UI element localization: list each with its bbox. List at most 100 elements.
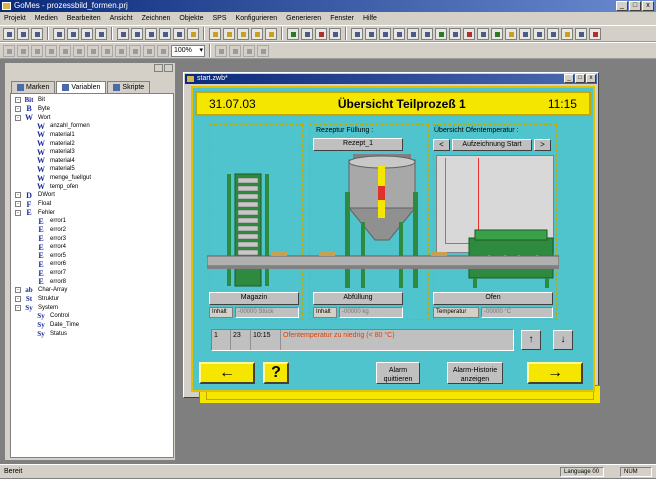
tree-leaf-item[interactable]: Wanzahl_formen [13,122,173,131]
panel-restore-icon[interactable] [154,64,163,72]
tree-leaf-item[interactable]: Wmenge_fuellgut [13,174,173,183]
tree-leaf-item[interactable]: Wmaterial4 [13,156,173,165]
tree-leaf-item[interactable]: Eerror1 [13,217,173,226]
tree-group-item[interactable]: - Sy System [13,303,173,312]
zoom-select[interactable]: 100% [171,44,205,57]
tree-leaf-item[interactable]: Sy Date_Time [13,321,173,330]
collapse-icon[interactable]: - [15,97,21,104]
forward-button[interactable]: → [527,362,583,384]
tab-marken[interactable]: Marken [11,81,56,93]
space-h-icon[interactable] [87,44,99,57]
space-v-icon[interactable] [101,44,113,57]
undo-icon[interactable] [159,27,171,40]
tab-skripte[interactable]: Skripte [107,81,151,93]
tree-leaf-item[interactable]: Wtemp_ofen [13,182,173,191]
tree-group-item[interactable]: - St Struktur [13,295,173,304]
tree-group-item[interactable]: - ab Char-Array [13,286,173,295]
next-button[interactable]: > [534,139,551,151]
trend-icon[interactable] [463,27,475,40]
tree-leaf-item[interactable]: Eerror8 [13,277,173,286]
cut-icon[interactable] [117,27,129,40]
help-icon[interactable] [187,27,199,40]
run-icon[interactable] [315,27,327,40]
minimize-button[interactable]: _ [616,1,628,11]
table-tool-icon[interactable] [519,27,531,40]
layer-icon[interactable] [143,44,155,57]
screen-tool-icon[interactable] [575,27,587,40]
zoom-fit-icon[interactable] [257,44,269,57]
new-project-icon[interactable] [3,27,15,40]
tree-leaf-item[interactable]: Eerror2 [13,225,173,234]
tree-leaf-item[interactable]: Wmaterial2 [13,139,173,148]
paste-icon[interactable] [145,27,157,40]
collapse-icon[interactable]: - [15,296,21,303]
record-start-button[interactable]: Aufzeichnung Start [452,139,532,151]
tree-leaf-item[interactable]: Sy Status [13,329,173,338]
bitmap-icon[interactable] [435,27,447,40]
symbol-icon[interactable] [491,27,503,40]
menu-konfigurieren[interactable]: Konfigurieren [236,12,278,25]
tab-variablen[interactable]: Variablen [56,81,107,93]
grid-toggle-icon[interactable] [157,44,169,57]
rectangle-icon[interactable] [365,27,377,40]
menu-bearbeiten[interactable]: Bearbeiten [67,12,101,25]
save-file-icon[interactable] [81,27,93,40]
magazin-button[interactable]: Magazin [209,292,299,305]
button-tool-icon[interactable] [449,27,461,40]
menu-objekte[interactable]: Objekte [179,12,203,25]
abfuellung-button[interactable]: Abfüllung [313,292,403,305]
align-top-icon[interactable] [251,27,263,40]
ellipse-icon[interactable] [379,27,391,40]
polygon-icon[interactable] [407,27,419,40]
text-icon[interactable] [421,27,433,40]
front-icon[interactable] [31,44,43,57]
menu-zeichnen[interactable]: Zeichnen [142,12,171,25]
ofen-button[interactable]: Ofen [433,292,553,305]
tree-leaf-item[interactable]: Eerror3 [13,234,173,243]
input-tool-icon[interactable] [533,27,545,40]
tree-group-item[interactable]: - F Float [13,200,173,209]
save-all-icon[interactable] [95,27,107,40]
alarm-tool-icon[interactable] [505,27,517,40]
line-icon[interactable] [393,27,405,40]
save-project-icon[interactable] [31,27,43,40]
pointer-icon[interactable] [351,27,363,40]
tree-leaf-item[interactable]: Eerror7 [13,269,173,278]
zoom-out-icon[interactable] [229,44,241,57]
simulate-icon[interactable] [329,27,341,40]
editor-close-button[interactable]: x [586,74,596,83]
collapse-icon[interactable]: - [15,201,21,207]
menu-fenster[interactable]: Fenster [330,12,354,25]
same-height-icon[interactable] [73,44,85,57]
editor-minimize-button[interactable]: _ [564,74,574,83]
align-bottom-icon[interactable] [265,27,277,40]
zoom-in-icon[interactable] [215,44,227,57]
scroll-up-button[interactable]: ↑ [521,330,541,350]
compile-icon[interactable] [287,27,299,40]
editor-maximize-button[interactable]: □ [575,74,585,83]
maximize-button[interactable]: □ [629,1,641,11]
alarm-acknowledge-button[interactable]: Alarm quittieren [376,362,420,384]
tree-group-item[interactable]: - Bit Bit [13,96,173,105]
menu-projekt[interactable]: Projekt [4,12,26,25]
output-tool-icon[interactable] [547,27,559,40]
align-center-icon[interactable] [223,27,235,40]
tree-leaf-item[interactable]: Eerror6 [13,260,173,269]
menu-hilfe[interactable]: Hilfe [363,12,377,25]
menu-generieren[interactable]: Generieren [286,12,321,25]
collapse-icon[interactable]: - [15,114,21,121]
new-file-icon[interactable] [53,27,65,40]
collapse-icon[interactable]: - [15,209,21,216]
tree-leaf-item[interactable]: Wmaterial1 [13,130,173,139]
back-button[interactable]: ← [199,362,255,384]
tree-leaf-item[interactable]: Eerror4 [13,243,173,252]
prev-button[interactable]: < [433,139,450,151]
collapse-icon[interactable]: - [15,192,21,199]
panel-close-icon[interactable] [164,64,173,72]
ungroup-icon[interactable] [17,44,29,57]
close-button[interactable]: x [642,1,654,11]
grid-icon[interactable] [301,27,313,40]
recipe-tool-icon[interactable] [561,27,573,40]
alarm-list[interactable]: 1 23 10:15 Ofentemperatur zu niedrig (< … [211,329,514,351]
zoom-plus-icon[interactable] [243,44,255,57]
